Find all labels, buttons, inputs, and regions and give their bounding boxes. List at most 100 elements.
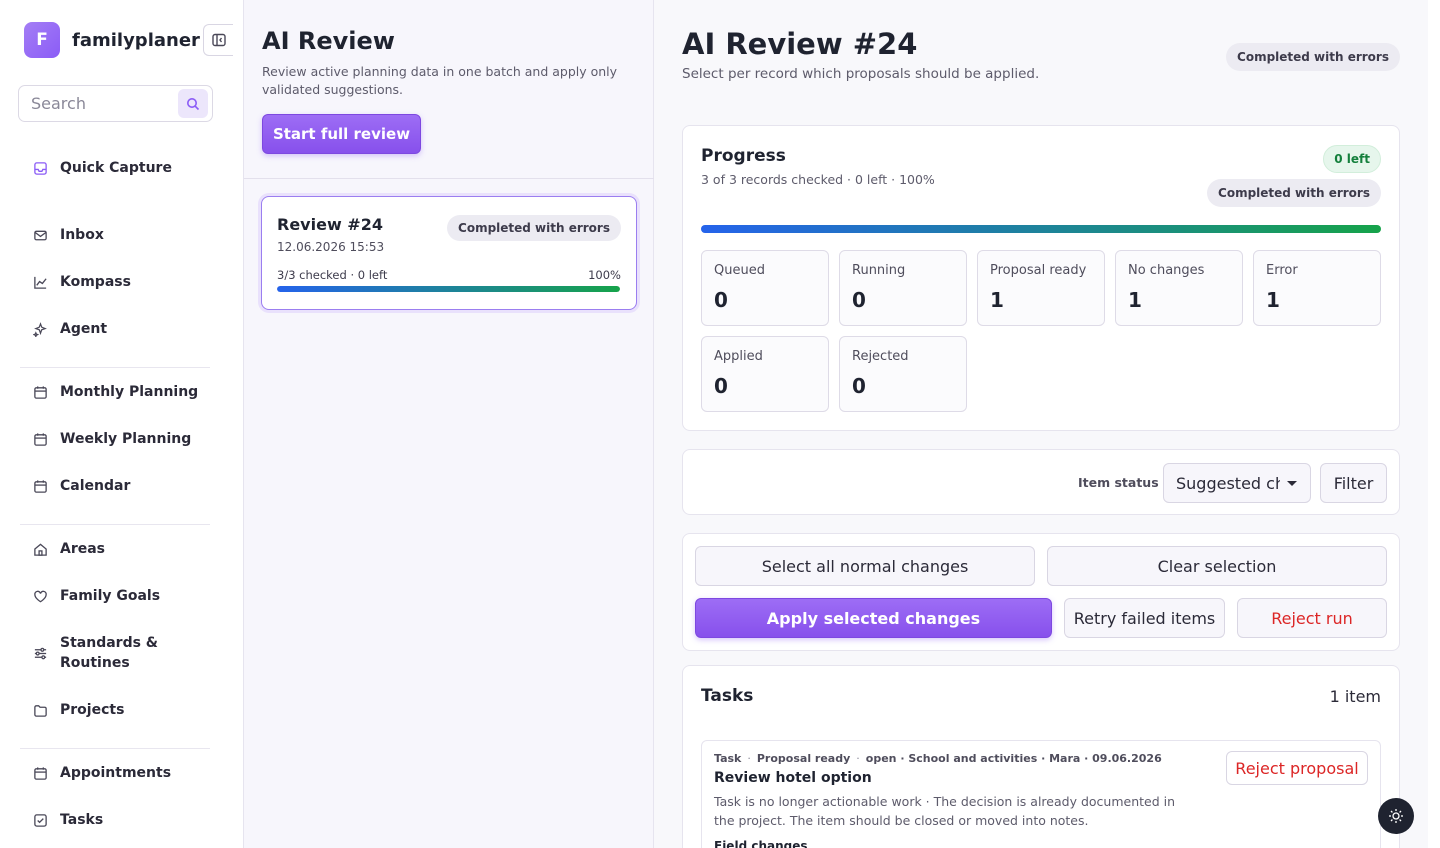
stat-label: Queued <box>714 263 765 278</box>
search-input[interactable] <box>31 94 171 113</box>
nav-item-areas[interactable]: Areas <box>20 539 212 559</box>
home-icon <box>32 541 48 557</box>
nav-item-appointments[interactable]: Appointments <box>20 763 212 783</box>
theme-toggle-button[interactable] <box>1378 798 1414 834</box>
status-badge: Completed with errors <box>1207 179 1381 207</box>
nav-label: Weekly Planning <box>60 431 192 447</box>
filter-button[interactable]: Filter <box>1320 463 1387 503</box>
tasks-title: Tasks <box>701 686 754 706</box>
filter-card: Item status Suggested ch Filter <box>682 449 1400 515</box>
nav-item-family-goals[interactable]: Family Goals <box>20 586 212 606</box>
nav-label: Inbox <box>60 227 104 243</box>
nav-item-weekly-planning[interactable]: Weekly Planning <box>20 429 212 449</box>
retry-failed-items-button[interactable]: Retry failed items <box>1064 598 1225 638</box>
apply-selected-changes-button[interactable]: Apply selected changes <box>695 598 1052 638</box>
scrollbar[interactable] <box>1416 0 1428 848</box>
nav-item-calendar[interactable]: Calendar <box>20 476 212 496</box>
stat-queued: Queued 0 <box>701 250 829 326</box>
calendar-icon <box>32 478 48 494</box>
progress-bar <box>701 225 1381 233</box>
nav-item-projects[interactable]: Projects <box>20 700 212 720</box>
page-title: AI Review <box>262 27 395 55</box>
reject-run-button[interactable]: Reject run <box>1237 598 1387 638</box>
calendar-icon <box>32 384 48 400</box>
nav-item-quick-capture[interactable]: Quick Capture <box>20 158 212 178</box>
stat-label: Applied <box>714 349 763 364</box>
heart-icon <box>32 588 48 604</box>
stat-label: Proposal ready <box>990 263 1087 278</box>
left-badge: 0 left <box>1323 145 1381 173</box>
nav-item-standards-routines[interactable]: Standards & Routines <box>20 633 212 673</box>
search-field <box>18 85 213 122</box>
select-all-normal-changes-button[interactable]: Select all normal changes <box>695 546 1035 586</box>
calendar-icon <box>32 431 48 447</box>
sidebar-collapse-button[interactable] <box>203 24 233 56</box>
review-card-percent: 100% <box>588 268 621 282</box>
line-chart-icon <box>32 274 48 290</box>
stat-proposal-ready: Proposal ready 1 <box>977 250 1105 326</box>
sun-icon <box>1389 809 1403 823</box>
nav-item-inbox[interactable]: Inbox <box>20 225 212 245</box>
panel-divider <box>244 178 654 179</box>
stat-rejected: Rejected 0 <box>839 336 967 412</box>
review-card-date: 12.06.2026 15:53 <box>277 240 385 254</box>
stat-value: 0 <box>714 288 728 312</box>
nav-item-agent[interactable]: Agent <box>20 319 212 339</box>
stat-label: Rejected <box>852 349 909 364</box>
checkbox-icon <box>32 812 48 828</box>
folder-icon <box>32 702 48 718</box>
nav-label: Standards & Routines <box>60 633 158 673</box>
nav-item-kompass[interactable]: Kompass <box>20 272 212 292</box>
progress-card: Progress 3 of 3 records checked · 0 left… <box>682 125 1400 431</box>
stat-value: 1 <box>990 288 1004 312</box>
sidebar-divider <box>20 748 210 749</box>
stat-running: Running 0 <box>839 250 967 326</box>
nav-label: Calendar <box>60 478 131 494</box>
inbox-tray-icon <box>32 160 48 176</box>
separator: · <box>747 752 751 765</box>
nav-label: Family Goals <box>60 588 161 604</box>
tasks-card: Tasks 1 item Task · Proposal ready · open · … <box>682 665 1400 848</box>
envelope-icon <box>32 227 48 243</box>
clear-selection-button[interactable]: Clear selection <box>1047 546 1387 586</box>
sidebar: F familyplaner Quick Capture Inbox Kompa… <box>0 0 244 848</box>
item-status-label: Item status <box>1078 475 1159 490</box>
task-item[interactable]: Task · Proposal ready · open · School and ac… <box>701 740 1381 848</box>
progress-summary: 3 of 3 records checked · 0 left · 100% <box>701 172 935 187</box>
review-card-checked: 3/3 checked · 0 left <box>277 268 388 282</box>
stat-value: 0 <box>714 374 728 398</box>
task-state: Proposal ready <box>756 752 851 765</box>
actions-card: Select all normal changes Clear selectio… <box>682 533 1400 651</box>
sidebar-collapse-icon <box>211 33 226 47</box>
task-type: Task <box>714 752 742 765</box>
stat-value: 1 <box>1128 288 1142 312</box>
nav-item-monthly-planning[interactable]: Monthly Planning <box>20 382 212 402</box>
calendar-icon <box>32 765 48 781</box>
stat-no-changes: No changes 1 <box>1115 250 1243 326</box>
item-status-select[interactable]: Suggested ch <box>1163 463 1311 503</box>
review-card-progress-bar <box>277 286 620 292</box>
nav-item-tasks[interactable]: Tasks <box>20 810 212 830</box>
stat-label: Running <box>852 263 906 278</box>
stat-error: Error 1 <box>1253 250 1381 326</box>
item-status-value: Suggested ch <box>1176 473 1280 493</box>
start-full-review-button[interactable]: Start full review <box>262 114 421 154</box>
task-description: Task is no longer actionable work · The … <box>714 794 1176 828</box>
review-subtitle: Select per record which proposals should… <box>682 66 1040 82</box>
tasks-count: 1 item <box>1329 687 1381 706</box>
search-icon <box>187 97 200 110</box>
review-card[interactable]: Review #24 12.06.2026 15:53 Completed wi… <box>261 196 637 310</box>
review-list-panel: AI Review Review active planning data in… <box>244 0 654 848</box>
search-button[interactable] <box>178 89 208 118</box>
brand[interactable]: F familyplaner <box>24 22 200 58</box>
nav-label: Kompass <box>60 274 131 290</box>
sidebar-divider <box>20 367 210 368</box>
reject-proposal-button[interactable]: Reject proposal <box>1226 751 1368 785</box>
task-details: open · School and activities · Mara · 09… <box>865 752 1162 765</box>
stat-applied: Applied 0 <box>701 336 829 412</box>
brand-name: familyplaner <box>72 29 200 51</box>
nav-label: Agent <box>60 321 108 337</box>
sidebar-divider <box>20 524 210 525</box>
task-meta: Task · Proposal ready · open · School and ac… <box>714 752 1162 765</box>
nav-label: Projects <box>60 702 125 718</box>
